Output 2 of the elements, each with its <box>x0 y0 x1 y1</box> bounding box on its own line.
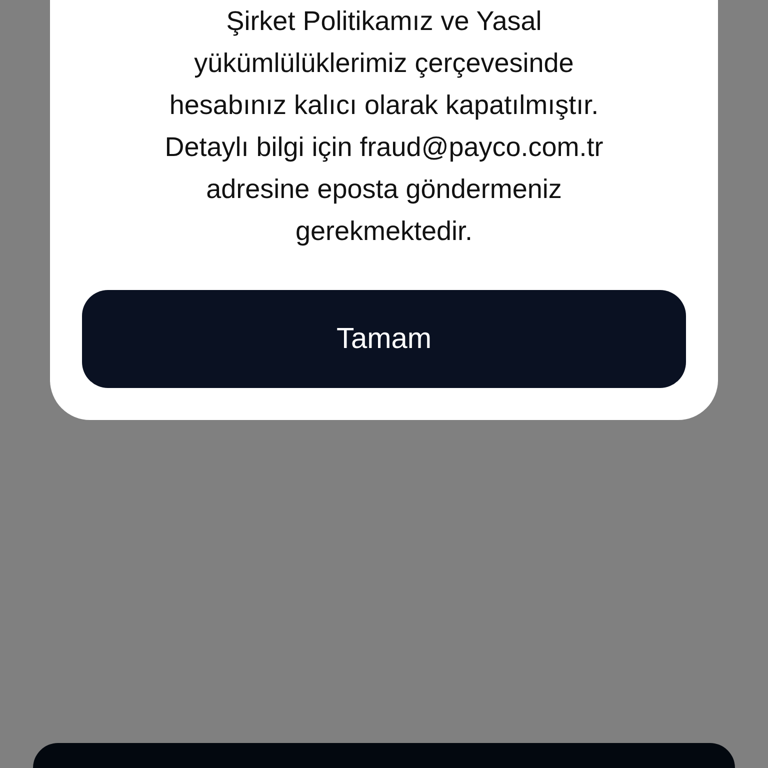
ok-button[interactable]: Tamam <box>82 290 686 388</box>
dialog-message: Şirket Politikamız ve Yasal yükümlülüklerimiz çerçevesinde hesabınız kalıcı olarak kapatılmıştır. Detaylı bilgi için fraud@payco.com.tr adresine eposta göndermeniz gerekmektedir. <box>164 5 604 248</box>
